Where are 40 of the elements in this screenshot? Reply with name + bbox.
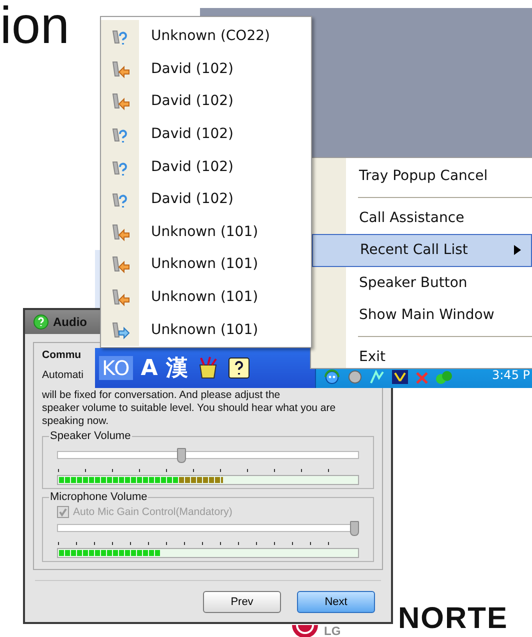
menu-item[interactable]: David (102) [143, 126, 234, 142]
logo-text: LG [324, 625, 341, 637]
group-label: Speaker Volume [49, 430, 132, 442]
clock: 3:45 P [492, 368, 530, 382]
slide-title: ion [0, 0, 70, 52]
intro-text: Automati [42, 369, 84, 381]
intro-text: speaker volume to suitable level. You should hear what you are speaking now. [42, 402, 337, 428]
submenu-arrow-icon [514, 245, 521, 256]
intro-text: will be fixed for conversation. And please adjust the [42, 389, 282, 402]
menu-item[interactable]: Speaker Button [312, 266, 532, 299]
menu-item[interactable]: Call Assistance [312, 202, 532, 234]
next-button[interactable]: Next [297, 591, 375, 613]
globe-logo-icon [290, 625, 320, 637]
cross-icon [416, 372, 428, 384]
slider-thumb[interactable] [350, 521, 359, 536]
window-title: Audio [53, 315, 87, 329]
checkbox-label: Auto Mic Gain Control(Mandatory) [73, 506, 232, 518]
group-label: Microphone Volume [49, 491, 148, 503]
menu-item[interactable]: Unknown (101) [143, 322, 258, 338]
menu-item[interactable]: Unknown (101) [143, 224, 258, 240]
help-icon [228, 357, 250, 379]
menu-item[interactable]: David (102) [143, 158, 234, 175]
logo-text: NORTE [398, 604, 508, 634]
network-icon [370, 370, 384, 384]
input-mode-button[interactable]: A [140, 356, 158, 380]
menu-item[interactable]: Unknown (101) [143, 256, 258, 272]
menu-item[interactable]: David (102) [143, 191, 234, 208]
menu-item[interactable]: Unknown (CO22) [143, 28, 270, 44]
leaf-icon [436, 371, 452, 384]
prev-button[interactable]: Prev [203, 591, 281, 613]
help-icon [33, 314, 49, 330]
hanja-button[interactable]: 漢 [166, 353, 188, 383]
menu-item[interactable]: David (102) [143, 93, 234, 110]
slider-thumb[interactable] [177, 448, 186, 463]
menu-item[interactable]: Recent Call List [312, 234, 532, 266]
menu-item[interactable]: Tray Popup Cancel [312, 160, 532, 192]
menu-item[interactable]: Unknown (101) [143, 289, 258, 306]
group-title: Commu [42, 349, 82, 361]
menu-item[interactable]: David (102) [143, 60, 234, 77]
menu-item[interactable]: Show Main Window [312, 299, 532, 332]
